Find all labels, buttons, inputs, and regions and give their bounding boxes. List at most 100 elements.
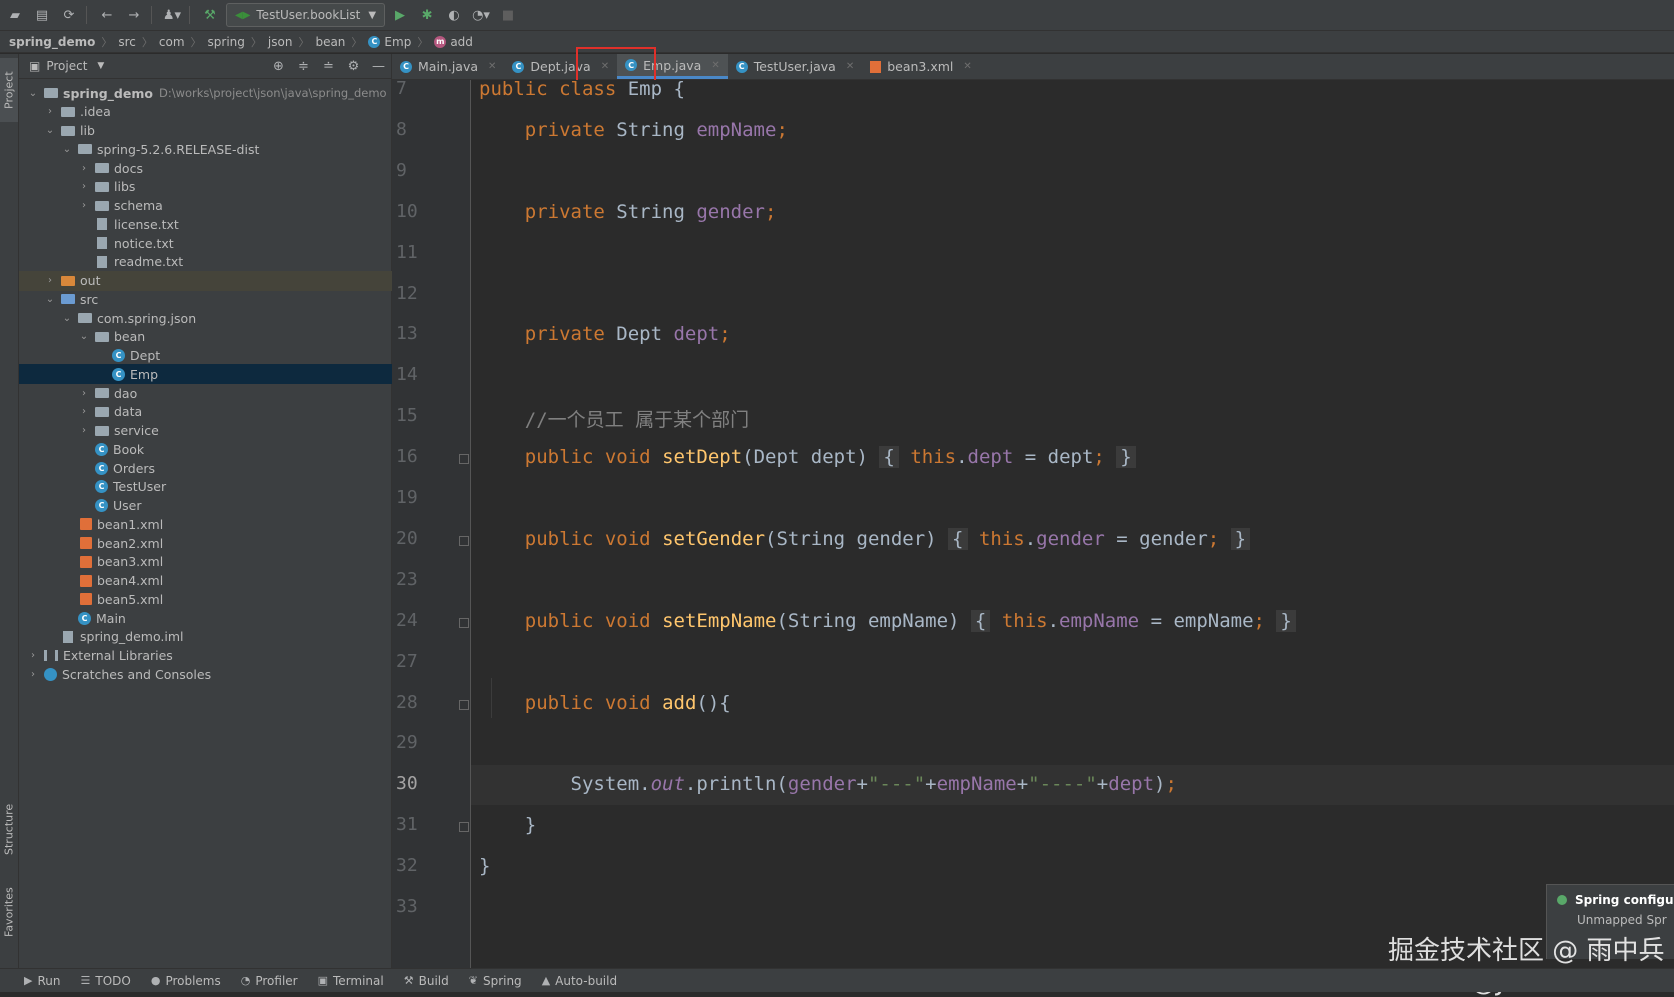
chevron-right-icon[interactable]: ›: [78, 425, 90, 436]
tool-window-button[interactable]: ◔ Profiler: [241, 974, 298, 988]
fold-marker-icon[interactable]: [459, 454, 469, 465]
tree-item[interactable]: C Orders: [19, 458, 450, 478]
chevron-down-icon[interactable]: ⌄: [44, 294, 56, 305]
chevron-right-icon[interactable]: ›: [44, 275, 56, 286]
breadcrumb-item-class[interactable]: C Emp: [368, 35, 411, 49]
tree-item[interactable]: ⌄ bean: [19, 327, 450, 347]
debug-bug-icon[interactable]: ✱: [415, 3, 439, 27]
tool-window-button[interactable]: ▲ Auto-build: [542, 974, 617, 988]
sync-icon[interactable]: ⟳: [57, 3, 81, 27]
project-panel-title[interactable]: Project: [46, 59, 87, 73]
breadcrumb-item[interactable]: spring: [208, 35, 245, 49]
stop-icon[interactable]: ■: [496, 3, 520, 27]
expand-all-icon[interactable]: ≑: [291, 59, 316, 74]
editor-tab[interactable]: C Main.java ✕: [392, 54, 504, 79]
tree-item[interactable]: › .idea: [19, 102, 416, 122]
tree-item[interactable]: › docs: [19, 158, 450, 178]
fold-marker-icon[interactable]: [459, 535, 469, 546]
breadcrumb-item[interactable]: com: [159, 35, 185, 49]
forward-arrow-icon[interactable]: →: [122, 3, 146, 27]
hide-icon[interactable]: —: [366, 59, 391, 74]
tree-item[interactable]: › data: [19, 402, 450, 422]
breadcrumb-item-method[interactable]: m add: [434, 35, 473, 49]
tree-item[interactable]: ⌄ lib: [19, 121, 416, 141]
tree-item[interactable]: bean1.xml: [19, 514, 433, 534]
fold-marker-icon[interactable]: [459, 617, 469, 628]
tool-window-button[interactable]: ▶ Run: [24, 974, 60, 988]
collapse-all-icon[interactable]: ≐: [316, 59, 341, 74]
chevron-right-icon[interactable]: ›: [78, 163, 90, 174]
tree-item[interactable]: › service: [19, 421, 450, 441]
tree-item[interactable]: bean3.xml: [19, 552, 433, 572]
gear-icon[interactable]: ⚙: [341, 59, 366, 74]
tree-item[interactable]: › External Libraries: [19, 646, 399, 666]
chevron-down-icon[interactable]: ⌄: [78, 331, 90, 342]
close-icon[interactable]: ✕: [711, 60, 719, 71]
coverage-icon[interactable]: ◐: [442, 3, 466, 27]
close-icon[interactable]: ✕: [963, 61, 971, 72]
save-icon[interactable]: ▤: [30, 3, 54, 27]
tree-item[interactable]: bean4.xml: [19, 571, 433, 591]
fold-marker-icon[interactable]: [459, 699, 469, 710]
close-icon[interactable]: ✕: [846, 61, 854, 72]
tool-window-button[interactable]: ● Problems: [151, 974, 221, 988]
editor-tab[interactable]: bean3.xml ✕: [862, 54, 980, 79]
tool-window-button[interactable]: ▣ Terminal: [318, 974, 384, 988]
fold-marker-icon[interactable]: [459, 822, 469, 833]
tree-item[interactable]: C TestUser: [19, 477, 450, 497]
chevron-right-icon[interactable]: ›: [27, 669, 39, 680]
tree-item[interactable]: › dao: [19, 383, 450, 403]
tree-item[interactable]: ⌄ spring-5.2.6.RELEASE-dist: [19, 139, 433, 159]
tree-item[interactable]: readme.txt: [19, 252, 450, 272]
chevron-right-icon[interactable]: ›: [44, 106, 56, 117]
code-line: public void setDept(Dept dept) { this.de…: [479, 446, 1136, 469]
tree-item[interactable]: bean5.xml: [19, 589, 433, 609]
chevron-right-icon[interactable]: ›: [78, 200, 90, 211]
tree-item[interactable]: › schema: [19, 196, 450, 216]
user-dropdown-icon[interactable]: ♟▾: [160, 3, 184, 27]
chevron-down-icon[interactable]: ⌄: [27, 88, 39, 99]
run-configuration-select[interactable]: ◀▶ TestUser.bookList ▼: [226, 3, 386, 27]
open-folder-icon[interactable]: ▰: [3, 3, 27, 27]
locate-icon[interactable]: ⊕: [266, 59, 291, 74]
chevron-down-icon[interactable]: ▼: [97, 61, 104, 71]
chevron-right-icon[interactable]: ›: [78, 406, 90, 417]
tree-item[interactable]: ⌄ com.spring.json: [19, 308, 433, 328]
tree-item[interactable]: C User: [19, 496, 450, 516]
close-icon[interactable]: ✕: [488, 61, 496, 72]
chevron-down-icon[interactable]: ⌄: [61, 144, 73, 155]
breadcrumb-item[interactable]: json: [268, 35, 293, 49]
breadcrumb-item[interactable]: bean: [315, 35, 345, 49]
project-tool-tab[interactable]: Project: [0, 58, 18, 122]
structure-tool-tab[interactable]: Structure: [0, 794, 18, 864]
profile-icon[interactable]: ◔▾: [469, 3, 493, 27]
tree-item[interactable]: C Main: [19, 608, 433, 628]
chevron-right-icon[interactable]: ›: [78, 388, 90, 399]
tool-window-button[interactable]: ⚒ Build: [404, 974, 449, 988]
editor-tab[interactable]: C TestUser.java ✕: [728, 54, 863, 79]
breadcrumb-item[interactable]: spring_demo: [9, 35, 95, 49]
chevron-down-icon[interactable]: ⌄: [61, 313, 73, 324]
code-editor[interactable]: public class Emp { private String empNam…: [471, 80, 1674, 968]
tree-item[interactable]: license.txt: [19, 214, 450, 234]
chevron-down-icon[interactable]: ⌄: [44, 125, 56, 136]
run-icon[interactable]: ▶: [388, 3, 412, 27]
tree-item[interactable]: › Scratches and Consoles: [19, 664, 399, 684]
back-arrow-icon[interactable]: ←: [95, 3, 119, 27]
java-class-icon: C: [95, 480, 108, 494]
tree-item[interactable]: notice.txt: [19, 233, 450, 253]
tool-window-button[interactable]: ☰ TODO: [80, 974, 130, 988]
tool-window-button[interactable]: ❦ Spring: [469, 974, 522, 988]
build-hammer-icon[interactable]: ⚒: [198, 3, 222, 27]
favorites-tool-tab[interactable]: Favorites: [0, 874, 18, 950]
chevron-right-icon[interactable]: ›: [78, 181, 90, 192]
tree-item[interactable]: bean2.xml: [19, 533, 433, 553]
tree-item[interactable]: ⌄ spring_demo D:\works\project\json\java\s…: [19, 83, 399, 103]
tree-item[interactable]: spring_demo.iml: [19, 627, 416, 647]
tree-item[interactable]: › libs: [19, 177, 450, 197]
breadcrumb-item[interactable]: src: [118, 35, 136, 49]
tree-item[interactable]: › out: [19, 270, 416, 291]
tree-item[interactable]: C Book: [19, 439, 450, 459]
chevron-right-icon[interactable]: ›: [27, 650, 39, 661]
tree-item[interactable]: ⌄ src: [19, 289, 416, 309]
